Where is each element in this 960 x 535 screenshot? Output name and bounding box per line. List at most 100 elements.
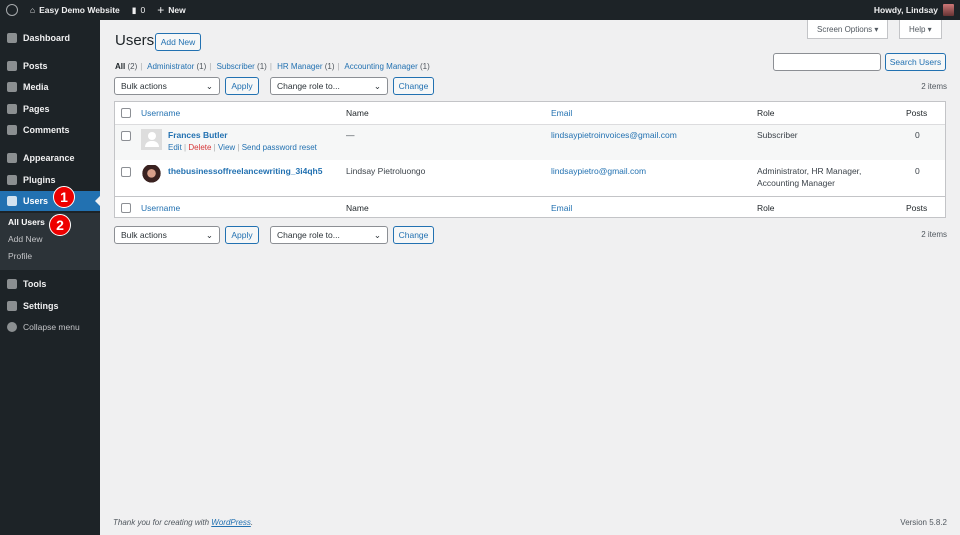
column-role-footer: Role — [757, 203, 775, 213]
annotation-marker-2: 2 — [49, 214, 71, 236]
menu-media[interactable]: Media — [0, 77, 100, 97]
search-users-button[interactable]: Search Users — [885, 53, 946, 71]
search-input[interactable] — [773, 53, 881, 71]
name-cell: — — [346, 130, 355, 140]
row-actions: Edit | Delete | View | Send password res… — [168, 143, 317, 152]
role-cell: Subscriber — [757, 130, 798, 140]
bulk-actions-select[interactable]: Bulk actions ⌄ — [114, 77, 220, 95]
submenu-profile[interactable]: Profile — [0, 247, 100, 264]
change-role-select[interactable]: Change role to... ⌄ — [270, 77, 388, 95]
plus-icon: + — [157, 3, 165, 17]
users-table — [114, 101, 946, 218]
screen-options-button[interactable]: Screen Options ▾ — [807, 20, 889, 39]
collapse-icon — [7, 322, 17, 332]
dashboard-icon — [7, 33, 17, 43]
change-button[interactable]: Change — [393, 77, 434, 95]
menu-tools[interactable]: Tools — [0, 274, 100, 294]
select-all-checkbox-footer[interactable] — [121, 203, 131, 213]
delete-link[interactable]: Delete — [188, 143, 211, 152]
plugin-icon — [7, 175, 17, 185]
admin-bar: ⌂ Easy Demo Website ▮ 0 + New Howdy, Lindsa… — [0, 0, 960, 20]
email-link[interactable]: lindsaypietroinvoices@gmail.com — [551, 130, 677, 140]
submenu-add-new[interactable]: Add New — [0, 230, 100, 247]
column-posts: Posts — [906, 108, 928, 118]
column-role: Role — [757, 108, 775, 118]
apply-button-bottom[interactable]: Apply — [225, 226, 259, 244]
row-checkbox[interactable] — [121, 131, 131, 141]
version-text: Version 5.8.2 — [900, 518, 947, 527]
admin-menu: Dashboard Posts Media Pages Comments App… — [0, 20, 100, 535]
help-button[interactable]: Help ▾ — [899, 20, 942, 39]
chevron-down-icon: ⌄ — [205, 229, 213, 240]
default-avatar-icon — [141, 129, 162, 150]
comment-icon: ▮ — [131, 4, 137, 15]
collapse-menu-button[interactable]: Collapse menu — [0, 317, 100, 337]
menu-users[interactable]: Users — [0, 191, 100, 211]
menu-settings[interactable]: Settings — [0, 296, 100, 316]
edit-link[interactable]: Edit — [168, 143, 182, 152]
add-new-button[interactable]: Add New — [155, 33, 201, 51]
menu-plugins[interactable]: Plugins — [0, 170, 100, 190]
change-button-bottom[interactable]: Change — [393, 226, 434, 244]
menu-dashboard[interactable]: Dashboard — [0, 28, 100, 48]
role-filters: All (2) | Administrator (1) | Subscriber (… — [115, 62, 430, 71]
settings-icon — [7, 301, 17, 311]
posts-cell: 0 — [915, 130, 920, 140]
menu-pages[interactable]: Pages — [0, 99, 100, 119]
wordpress-link[interactable]: WordPress — [211, 518, 251, 527]
wrench-icon — [7, 279, 17, 289]
role-cell-line2: Accounting Manager — [757, 178, 835, 188]
posts-cell: 0 — [915, 166, 920, 176]
site-name-link[interactable]: ⌂ Easy Demo Website — [24, 0, 126, 20]
column-name: Name — [346, 108, 369, 118]
row-checkbox[interactable] — [121, 167, 131, 177]
username-link[interactable]: Frances Butler — [168, 130, 228, 140]
comment-icon — [7, 125, 17, 135]
send-password-reset-link[interactable]: Send password reset — [242, 143, 317, 152]
pages-icon — [7, 104, 17, 114]
items-count: 2 items — [921, 82, 947, 91]
email-link[interactable]: lindsaypietro@gmail.com — [551, 166, 646, 176]
username-link[interactable]: thebusinessoffreelancewriting_3i4qh5 — [168, 166, 322, 176]
footer-thanks: Thank you for creating with WordPress. — [113, 518, 254, 527]
view-link[interactable]: View — [218, 143, 235, 152]
name-cell: Lindsay Pietroluongo — [346, 166, 426, 176]
column-username-footer[interactable]: Username — [141, 203, 180, 213]
media-icon — [7, 82, 17, 92]
column-username[interactable]: Username — [141, 108, 180, 118]
chevron-down-icon: ⌄ — [205, 80, 213, 91]
brush-icon — [7, 153, 17, 163]
column-name-footer: Name — [346, 203, 369, 213]
filter-administrator[interactable]: Administrator — [147, 62, 194, 71]
account-menu[interactable]: Howdy, Lindsay — [874, 4, 960, 16]
page-title: Users — [115, 32, 155, 49]
column-email-footer[interactable]: Email — [551, 203, 572, 213]
filter-subscriber[interactable]: Subscriber — [217, 62, 255, 71]
change-role-select-bottom[interactable]: Change role to... ⌄ — [270, 226, 388, 244]
filter-all[interactable]: All — [115, 62, 125, 71]
avatar — [943, 4, 954, 16]
filter-hr-manager[interactable]: HR Manager — [277, 62, 322, 71]
home-icon: ⌂ — [30, 5, 36, 15]
filter-accounting-manager[interactable]: Accounting Manager — [344, 62, 417, 71]
apply-button[interactable]: Apply — [225, 77, 259, 95]
menu-appearance[interactable]: Appearance — [0, 148, 100, 168]
bulk-actions-select-bottom[interactable]: Bulk actions ⌄ — [114, 226, 220, 244]
column-posts-footer: Posts — [906, 203, 928, 213]
role-cell: Administrator, HR Manager, — [757, 166, 862, 176]
items-count-bottom: 2 items — [921, 230, 947, 239]
comments-link[interactable]: ▮ 0 — [126, 0, 151, 20]
user-icon — [7, 196, 17, 206]
table-row — [115, 124, 945, 160]
select-all-checkbox[interactable] — [121, 108, 131, 118]
annotation-marker-1: 1 — [53, 186, 75, 208]
chevron-down-icon: ⌄ — [373, 80, 381, 91]
chevron-down-icon: ⌄ — [373, 229, 381, 240]
menu-posts[interactable]: Posts — [0, 56, 100, 76]
wordpress-logo-icon[interactable] — [0, 0, 24, 20]
user-avatar — [141, 165, 162, 186]
menu-comments[interactable]: Comments — [0, 120, 100, 140]
pin-icon — [7, 61, 17, 71]
column-email[interactable]: Email — [551, 108, 572, 118]
new-content-link[interactable]: + New — [151, 0, 192, 20]
